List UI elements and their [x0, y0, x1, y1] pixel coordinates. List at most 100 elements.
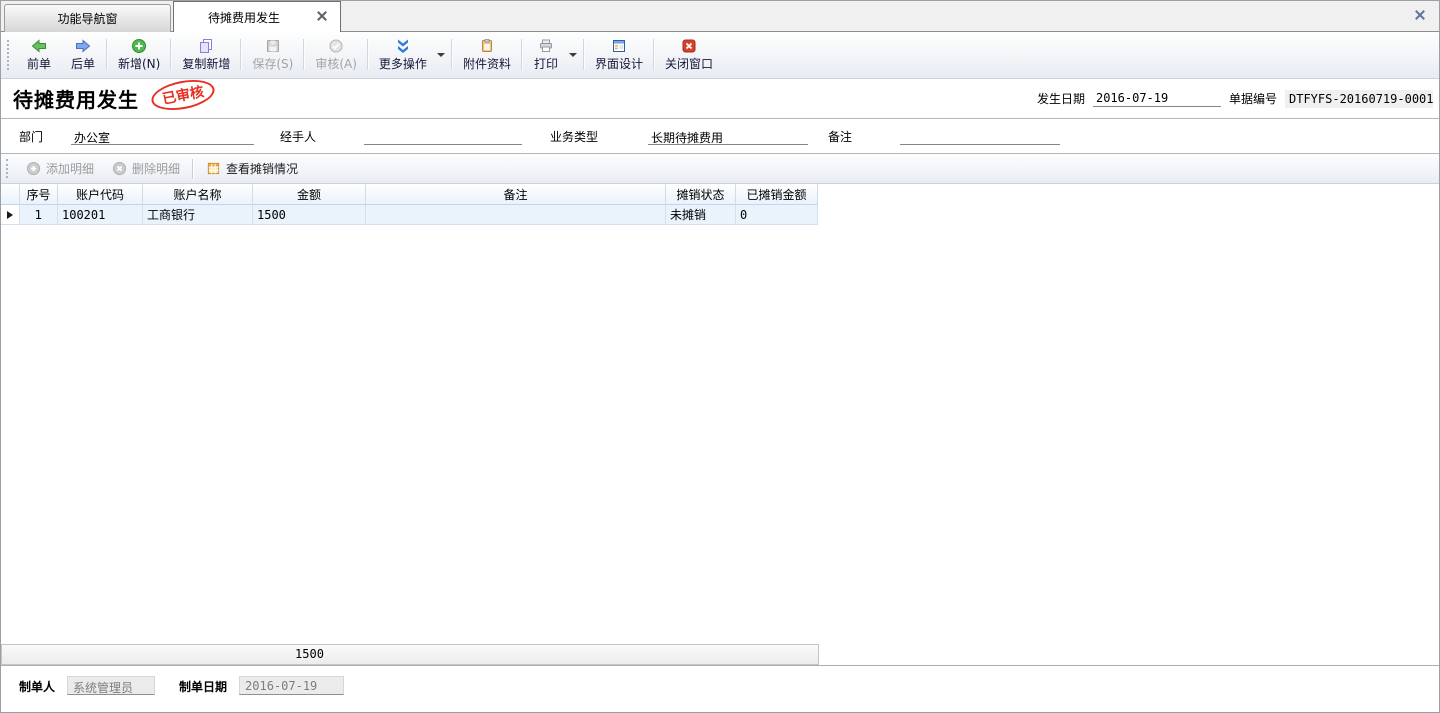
column-header[interactable]: 备注 [366, 184, 666, 205]
view-amortization-button[interactable]: 查看摊销情况 [197, 158, 307, 180]
prev-doc-button[interactable]: 前单 [17, 34, 61, 75]
document-header: 待摊费用发生 已审核 发生日期 2016-07-19 单据编号 DTFYFS-2… [1, 79, 1439, 119]
layout-icon [611, 37, 627, 54]
audit-button: 审核(A) [306, 34, 366, 75]
save-icon [265, 37, 281, 54]
toolbar-separator [303, 39, 305, 70]
creator-label: 制单人 [19, 676, 55, 695]
handler-field[interactable] [364, 128, 522, 145]
app-window: 功能导航窗 待摊费用发生 前单 后单 新增(N) [0, 0, 1440, 713]
copy-icon [198, 37, 214, 54]
audited-stamp: 已审核 [149, 75, 217, 115]
close-window-icon [681, 37, 697, 54]
arrow-right-icon [75, 37, 91, 54]
button-label: 后单 [71, 55, 95, 72]
column-header[interactable]: 账户名称 [143, 184, 253, 205]
grid-header-row: 序号 账户代码 账户名称 金额 备注 摊销状态 已摊销金额 [1, 184, 819, 205]
arrow-left-icon [31, 37, 47, 54]
current-row-indicator [1, 205, 20, 225]
doc-number-field: DTFYFS-20160719-0001 [1285, 90, 1433, 108]
tab-close-icon[interactable] [316, 10, 328, 22]
tab-label: 功能导航窗 [57, 10, 117, 27]
detail-grid: 序号 账户代码 账户名称 金额 备注 摊销状态 已摊销金额 1 100201 工… [1, 184, 1439, 665]
table-row[interactable]: 1 100201 工商银行 1500 未摊销 0 [1, 205, 819, 225]
cell-amort-status[interactable]: 未摊销 [666, 205, 736, 225]
button-label: 审核(A) [315, 55, 357, 72]
toolbar-separator [653, 39, 655, 70]
print-dropdown-arrow[interactable] [568, 34, 582, 75]
toolbar-grip[interactable] [7, 40, 9, 70]
tab-label: 待摊费用发生 [208, 9, 280, 26]
handler-label: 经手人 [280, 128, 316, 145]
column-header[interactable]: 金额 [253, 184, 366, 205]
department-label: 部门 [19, 128, 43, 145]
button-label: 查看摊销情况 [226, 160, 298, 177]
new-button[interactable]: 新增(N) [109, 34, 169, 75]
column-header[interactable]: 序号 [20, 184, 58, 205]
detail-toolbar-separator [192, 159, 194, 179]
print-button[interactable]: 打印 [524, 34, 568, 75]
creator-field: 系统管理员 [67, 676, 155, 695]
attachments-button[interactable]: 附件资料 [454, 34, 520, 75]
toolbar-separator [521, 39, 523, 70]
close-window-button[interactable]: 关闭窗口 [656, 34, 722, 75]
summary-amount: 1500 [253, 647, 366, 661]
cell-account-name[interactable]: 工商银行 [143, 205, 253, 225]
grid-table-icon [206, 160, 221, 177]
next-doc-button[interactable]: 后单 [61, 34, 105, 75]
remark-field[interactable] [900, 128, 1060, 145]
create-date-field: 2016-07-19 [239, 676, 344, 695]
department-field[interactable]: 办公室 [71, 128, 254, 145]
cell-amortized-amount[interactable]: 0 [736, 205, 818, 225]
add-circle-disabled-icon [26, 160, 41, 177]
delete-detail-button: 删除明细 [103, 158, 189, 180]
toolbar-separator [106, 39, 108, 70]
toolbar-separator [170, 39, 172, 70]
copy-new-button[interactable]: 复制新增 [173, 34, 239, 75]
more-actions-dropdown-arrow[interactable] [436, 34, 450, 75]
more-actions-button[interactable]: 更多操作 [370, 34, 436, 75]
cell-amount[interactable]: 1500 [253, 205, 366, 225]
cell-account-code[interactable]: 100201 [58, 205, 143, 225]
cell-seq[interactable]: 1 [20, 205, 58, 225]
row-arrow-icon [7, 211, 13, 219]
ui-design-button[interactable]: 界面设计 [586, 34, 652, 75]
button-label: 新增(N) [118, 55, 160, 72]
toolbar-separator [451, 39, 453, 70]
button-label: 前单 [27, 55, 51, 72]
doc-number-label: 单据编号 [1229, 90, 1277, 107]
button-label: 界面设计 [595, 55, 643, 72]
toolbar-separator [240, 39, 242, 70]
detail-toolbar: 添加明细 删除明细 查看摊销情况 [1, 154, 1439, 184]
check-circle-icon [328, 37, 344, 54]
delete-circle-disabled-icon [112, 160, 127, 177]
footer-panel: 制单人 系统管理员 制单日期 2016-07-19 [1, 665, 1439, 712]
toolbar-separator [367, 39, 369, 70]
button-label: 更多操作 [379, 55, 427, 72]
remark-label: 备注 [828, 128, 852, 145]
row-indicator-header [1, 184, 20, 205]
form-row: 部门 办公室 经手人 业务类型 长期待摊费用 备注 [1, 119, 1439, 154]
window-close-icon[interactable] [1414, 9, 1426, 24]
column-header[interactable]: 账户代码 [58, 184, 143, 205]
biztype-label: 业务类型 [550, 128, 598, 145]
column-header[interactable]: 已摊销金额 [736, 184, 818, 205]
document-header-fields: 发生日期 2016-07-19 单据编号 DTFYFS-20160719-000… [1037, 79, 1433, 118]
button-label: 附件资料 [463, 55, 511, 72]
column-header[interactable]: 摊销状态 [666, 184, 736, 205]
create-date-label: 制单日期 [179, 676, 227, 695]
tab-function-nav[interactable]: 功能导航窗 [4, 4, 171, 32]
tab-deferred-expense[interactable]: 待摊费用发生 [173, 1, 341, 32]
double-chevron-down-icon [395, 37, 411, 54]
cell-remark[interactable] [366, 205, 666, 225]
occur-date-field[interactable]: 2016-07-19 [1093, 90, 1221, 107]
biztype-field[interactable]: 长期待摊费用 [648, 128, 808, 145]
detail-toolbar-grip[interactable] [6, 159, 8, 178]
page-title: 待摊费用发生 [13, 84, 139, 113]
button-label: 添加明细 [46, 160, 94, 177]
save-button: 保存(S) [243, 34, 302, 75]
occur-date-label: 发生日期 [1037, 90, 1085, 107]
grid-summary-bar: 1500 [1, 644, 819, 665]
button-label: 删除明细 [132, 160, 180, 177]
toolbar-separator [583, 39, 585, 70]
